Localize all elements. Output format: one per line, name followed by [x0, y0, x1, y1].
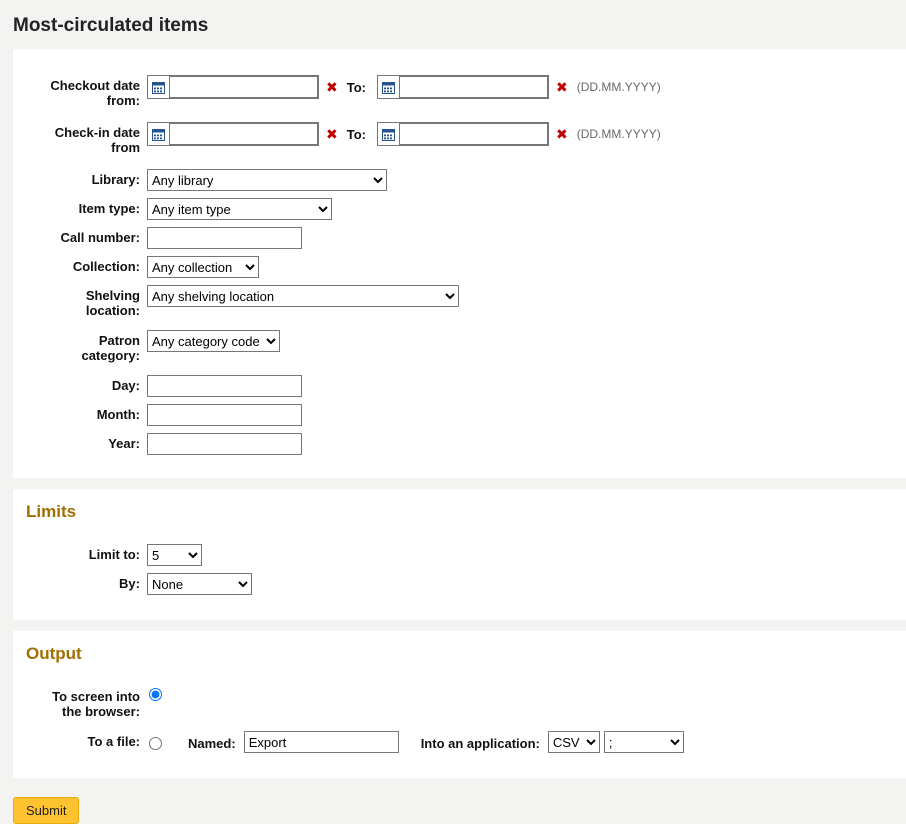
- clear-date-icon[interactable]: ✖: [556, 80, 568, 94]
- into-application-label: Into an application:: [421, 734, 540, 751]
- clear-date-icon[interactable]: ✖: [556, 127, 568, 141]
- shelving-location-row: Shelving location: Any shelving location: [13, 285, 906, 318]
- call-number-label: Call number:: [13, 227, 140, 245]
- checkin-date-to-input[interactable]: [399, 123, 548, 145]
- patron-category-label: Patron category:: [13, 330, 140, 363]
- checkout-date-to-input[interactable]: [399, 76, 548, 98]
- to-screen-radio[interactable]: [149, 688, 162, 701]
- collection-label: Collection:: [13, 256, 140, 274]
- item-type-select[interactable]: Any item type: [147, 198, 332, 220]
- calendar-icon[interactable]: [152, 81, 165, 94]
- library-row: Library: Any library: [13, 169, 906, 191]
- delimiter-select[interactable]: ;: [604, 731, 684, 753]
- year-label: Year:: [13, 433, 140, 451]
- checkin-date-row: Check-in date from ✖ To: ✖ (DD.MM: [13, 122, 906, 155]
- checkout-to-datebox[interactable]: [377, 75, 549, 99]
- limit-to-label: Limit to:: [13, 544, 140, 562]
- limit-by-select[interactable]: None: [147, 573, 252, 595]
- shelving-location-label: Shelving location:: [13, 285, 140, 318]
- limit-to-row: Limit to: 5: [13, 544, 906, 566]
- item-type-row: Item type: Any item type: [13, 198, 906, 220]
- clear-date-icon[interactable]: ✖: [326, 80, 338, 94]
- checkout-date-from-input[interactable]: [169, 76, 318, 98]
- item-type-label: Item type:: [13, 198, 140, 216]
- output-screen-row: To screen into the browser:: [13, 686, 906, 719]
- call-number-input[interactable]: [147, 227, 302, 249]
- shelving-location-select[interactable]: Any shelving location: [147, 285, 459, 307]
- patron-category-select[interactable]: Any category code: [147, 330, 280, 352]
- most-circulated-report-page: Most-circulated items Checkout date from…: [0, 0, 906, 824]
- year-row: Year:: [13, 433, 906, 455]
- patron-category-row: Patron category: Any category code: [13, 330, 906, 363]
- day-row: Day:: [13, 375, 906, 397]
- output-heading: Output: [26, 644, 906, 664]
- limits-panel: Limits Limit to: 5 By: None: [13, 489, 906, 620]
- limit-by-row: By: None: [13, 573, 906, 595]
- month-row: Month:: [13, 404, 906, 426]
- calendar-icon[interactable]: [382, 81, 395, 94]
- checkout-from-datebox[interactable]: [147, 75, 319, 99]
- day-label: Day:: [13, 375, 140, 393]
- checkout-date-label: Checkout date from:: [13, 75, 140, 108]
- output-panel: Output To screen into the browser: To a …: [13, 631, 906, 778]
- year-input[interactable]: [147, 433, 302, 455]
- page-title: Most-circulated items: [0, 0, 906, 49]
- checkout-date-row: Checkout date from: ✖ To: ✖ (DD.M: [13, 75, 906, 108]
- to-file-label: To a file:: [13, 731, 140, 749]
- to-file-radio[interactable]: [149, 737, 162, 750]
- library-select[interactable]: Any library: [147, 169, 387, 191]
- checkin-from-datebox[interactable]: [147, 122, 319, 146]
- month-input[interactable]: [147, 404, 302, 426]
- date-format-hint: (DD.MM.YYYY): [577, 80, 661, 94]
- to-screen-label: To screen into the browser:: [13, 686, 140, 719]
- day-input[interactable]: [147, 375, 302, 397]
- library-label: Library:: [13, 169, 140, 187]
- limit-by-label: By:: [13, 573, 140, 591]
- date-format-hint: (DD.MM.YYYY): [577, 127, 661, 141]
- submit-button[interactable]: Submit: [13, 797, 79, 824]
- named-label: Named:: [188, 734, 236, 751]
- checkout-to-label: To:: [347, 80, 366, 95]
- application-select[interactable]: CSV: [548, 731, 600, 753]
- output-file-row: To a file: Named: Into an application: C…: [13, 731, 906, 753]
- checkin-date-label: Check-in date from: [13, 122, 140, 155]
- limit-to-select[interactable]: 5: [147, 544, 202, 566]
- calendar-icon[interactable]: [382, 128, 395, 141]
- file-name-input[interactable]: [244, 731, 399, 753]
- collection-row: Collection: Any collection: [13, 256, 906, 278]
- checkin-date-from-input[interactable]: [169, 123, 318, 145]
- call-number-row: Call number:: [13, 227, 906, 249]
- clear-date-icon[interactable]: ✖: [326, 127, 338, 141]
- collection-select[interactable]: Any collection: [147, 256, 259, 278]
- month-label: Month:: [13, 404, 140, 422]
- criteria-panel: Checkout date from: ✖ To: ✖ (DD.M: [13, 49, 906, 478]
- limits-heading: Limits: [26, 502, 906, 522]
- checkin-to-datebox[interactable]: [377, 122, 549, 146]
- checkin-to-label: To:: [347, 127, 366, 142]
- calendar-icon[interactable]: [152, 128, 165, 141]
